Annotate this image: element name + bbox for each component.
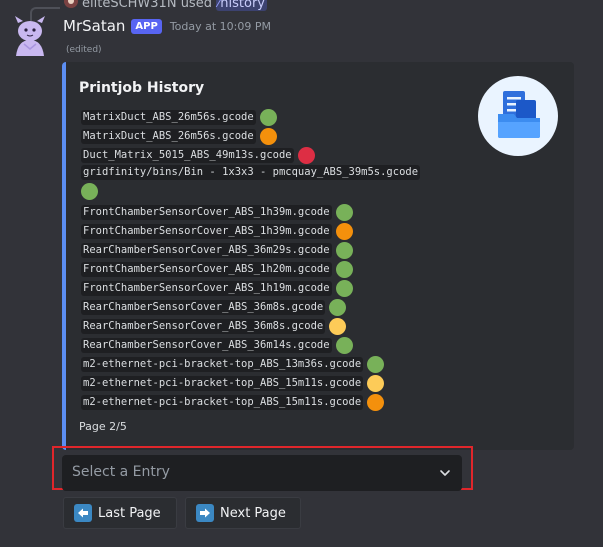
reply-text: eliteSCHW31N used ⁄history [82,0,267,11]
embed: Printjob History MatrixDuct_ABS_26m56s.g… [62,62,574,450]
status-circle-icon [335,280,353,297]
timestamp[interactable]: Today at 10:09 PM [170,20,271,33]
next-page-button[interactable]: Next Page [185,497,301,529]
avatar[interactable] [10,14,50,58]
embed-footer: Page 2/5 [79,420,127,433]
last-page-label: Last Page [98,505,161,521]
printjob-filename: FrontChamberSensorCover_ABS_1h20m.gcode [81,262,332,277]
printjob-row: RearChamberSensorCover_ABS_36m14s.gcode [81,336,481,355]
printjob-filename: m2-ethernet-pci-bracket-top_ABS_15m11s.g… [81,376,364,391]
printjob-row: gridfinity/bins/Bin - 1x3x3 - pmcquay_AB… [81,165,481,203]
reply-avatar[interactable] [64,0,78,8]
printjob-filename: FrontChamberSensorCover_ABS_1h19m.gcode [81,281,332,296]
folder-documents-icon [498,91,540,138]
printjob-filename: RearChamberSensorCover_ABS_36m14s.gcode [81,338,332,353]
status-circle-icon [81,183,98,200]
reply-header: eliteSCHW31N used ⁄history [0,0,603,21]
status-circle-icon [367,356,385,373]
reply-username[interactable]: eliteSCHW31N [82,0,177,11]
status-circle-icon [329,318,347,335]
thumbnail[interactable] [478,76,558,156]
printjob-filename: RearChamberSensorCover_ABS_36m29s.gcode [81,243,332,258]
status-circle-icon [335,242,353,259]
status-circle-icon [335,223,353,240]
printjob-filename: Duct_Matrix_5015_ABS_49m13s.gcode [81,148,294,163]
printjob-row: FrontChamberSensorCover_ABS_1h20m.gcode [81,260,481,279]
last-page-button[interactable]: Last Page [63,497,177,529]
printjob-row: m2-ethernet-pci-bracket-top_ABS_15m11s.g… [81,393,481,412]
select-placeholder: Select a Entry [72,464,170,480]
embed-title: Printjob History [79,80,205,96]
printjob-row: RearChamberSensorCover_ABS_36m8s.gcode [81,317,481,336]
next-page-label: Next Page [220,505,286,521]
reply-used-label: used [180,0,212,11]
printjob-row: Duct_Matrix_5015_ABS_49m13s.gcode [81,146,481,165]
reply-command[interactable]: ⁄history [216,0,267,11]
printjob-filename: FrontChamberSensorCover_ABS_1h39m.gcode [81,205,332,220]
status-circle-icon [335,204,353,221]
status-circle-icon [335,261,353,278]
printjob-row: FrontChamberSensorCover_ABS_1h39m.gcode [81,203,481,222]
printjob-row: m2-ethernet-pci-bracket-top_ABS_15m11s.g… [81,374,481,393]
printjob-filename: FrontChamberSensorCover_ABS_1h39m.gcode [81,224,332,239]
status-circle-icon [335,337,353,354]
status-circle-icon [367,394,385,411]
chevron-down-icon [440,470,450,476]
printjob-filename: RearChamberSensorCover_ABS_36m8s.gcode [81,319,326,334]
printjob-row: RearChamberSensorCover_ABS_36m8s.gcode [81,298,481,317]
printjob-filename: MatrixDuct_ABS_26m56s.gcode [81,129,256,144]
printjob-filename: MatrixDuct_ABS_26m56s.gcode [81,110,256,125]
edited-label: (edited) [66,45,102,55]
printjob-filename: gridfinity/bins/Bin - 1x3x3 - pmcquay_AB… [81,165,421,180]
status-circle-icon [259,128,277,145]
reply-command-label: history [220,0,265,11]
printjob-row: m2-ethernet-pci-bracket-top_ABS_13m36s.g… [81,355,481,374]
arrow-left-icon [74,504,92,522]
status-circle-icon [367,375,385,392]
author-name[interactable]: MrSatan [63,17,125,35]
printjob-filename: RearChamberSensorCover_ABS_36m8s.gcode [81,300,326,315]
printjob-row: RearChamberSensorCover_ABS_36m29s.gcode [81,241,481,260]
entry-select[interactable]: Select a Entry [62,455,462,491]
printjob-list: MatrixDuct_ABS_26m56s.gcode MatrixDuct_AB… [81,108,481,412]
printjob-row: FrontChamberSensorCover_ABS_1h19m.gcode [81,279,481,298]
status-circle-icon [297,147,315,164]
arrow-right-icon [196,504,214,522]
status-circle-icon [259,109,277,126]
message-header: MrSatan APP Today at 10:09 PM [63,17,271,35]
printjob-row: FrontChamberSensorCover_ABS_1h39m.gcode [81,222,481,241]
app-badge: APP [131,18,162,34]
printjob-filename: m2-ethernet-pci-bracket-top_ABS_13m36s.g… [81,357,364,372]
status-circle-icon [329,299,347,316]
printjob-row: MatrixDuct_ABS_26m56s.gcode [81,108,481,127]
printjob-filename: m2-ethernet-pci-bracket-top_ABS_15m11s.g… [81,395,364,410]
printjob-row: MatrixDuct_ABS_26m56s.gcode [81,127,481,146]
